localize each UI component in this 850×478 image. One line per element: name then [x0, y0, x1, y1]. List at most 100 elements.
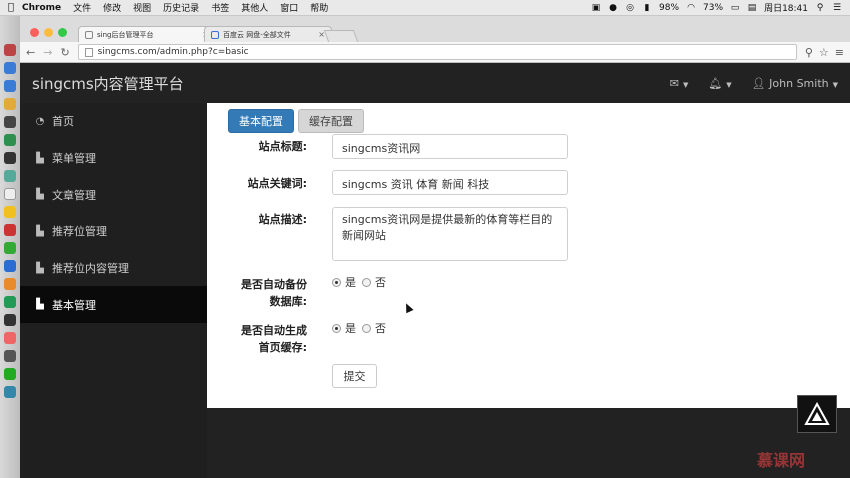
- menu-people[interactable]: 其他人: [241, 1, 268, 14]
- menu-edit[interactable]: 修改: [103, 1, 121, 14]
- menu-history[interactable]: 历史记录: [163, 1, 199, 14]
- bookmark-star-icon[interactable]: ☆: [819, 46, 829, 59]
- page-icon: [84, 47, 93, 57]
- auto-backup-no-label[interactable]: 否: [375, 274, 386, 290]
- display-icon[interactable]: ▣: [591, 3, 601, 13]
- submit-button[interactable]: 提交: [332, 364, 377, 388]
- dock-app-icon[interactable]: [4, 296, 16, 308]
- menu-icon[interactable]: ≡: [835, 46, 844, 59]
- auto-cache-yes-radio[interactable]: [332, 323, 341, 333]
- sidebar-item-label: 推荐位内容管理: [52, 262, 129, 276]
- auto-backup-yes-radio[interactable]: [332, 277, 341, 287]
- browser-tab-admin[interactable]: sing后台管理平台 ×: [78, 26, 216, 42]
- dashboard-icon: ◔: [35, 115, 45, 127]
- auto-cache-no-label[interactable]: 否: [375, 320, 386, 336]
- dock-app-icon[interactable]: [4, 224, 16, 236]
- menu-view[interactable]: 视图: [133, 1, 151, 14]
- dock-app-icon[interactable]: [4, 368, 16, 380]
- address-bar[interactable]: singcms.com/admin.php?c=basic: [77, 44, 797, 60]
- new-tab-button[interactable]: [323, 30, 359, 42]
- alerts-dropdown[interactable]: 🔔︎ ▼: [708, 77, 731, 90]
- dock-app-icon[interactable]: [4, 152, 16, 164]
- minimize-window-button[interactable]: [44, 28, 53, 37]
- battery-a-percent: 98%: [659, 2, 680, 13]
- content-footer-area: [207, 408, 850, 478]
- page-favicon-icon: [85, 30, 93, 39]
- baidu-favicon-icon: [211, 30, 219, 39]
- tab-basic-config[interactable]: 基本配置: [228, 109, 294, 133]
- dock-app-icon[interactable]: [4, 62, 16, 74]
- caret-down-icon: ▼: [726, 80, 732, 89]
- forward-icon[interactable]: →: [43, 46, 52, 59]
- dock-app-icon[interactable]: [4, 80, 16, 92]
- auto-backup-yes-label[interactable]: 是: [345, 274, 356, 290]
- wifi-icon[interactable]: ◠: [686, 3, 696, 13]
- sidebar-item-articles[interactable]: ▙ 文章管理: [20, 176, 207, 213]
- close-window-button[interactable]: [30, 28, 39, 37]
- spotlight-icon[interactable]: ⚲: [815, 3, 825, 13]
- dock-app-icon[interactable]: [4, 188, 16, 200]
- dock-app-icon[interactable]: [4, 116, 16, 128]
- auto-backup-label-line2: 数据库:: [269, 295, 307, 308]
- auto-backup-label: 是否自动备份 数据库:: [207, 276, 307, 310]
- auto-backup-no-radio[interactable]: [362, 277, 371, 287]
- envelope-icon: ✉: [669, 76, 679, 90]
- dock: [0, 16, 20, 478]
- url-text: singcms.com/admin.php?c=basic: [97, 47, 249, 57]
- dock-app-icon[interactable]: [4, 134, 16, 146]
- bar-chart-icon: ▙: [36, 299, 44, 311]
- battery-a-icon[interactable]: ▮: [642, 3, 652, 13]
- brand-title[interactable]: singcms内容管理平台: [20, 73, 184, 94]
- browser-tab-baidu[interactable]: 百度云 网盘-全部文件 ×: [204, 26, 332, 42]
- sidebar-item-basic[interactable]: ▙ 基本管理: [20, 286, 207, 324]
- dock-app-icon[interactable]: [4, 314, 16, 326]
- auto-cache-no-radio[interactable]: [362, 323, 371, 333]
- site-title-input[interactable]: singcms资讯网: [332, 134, 568, 159]
- dock-app-icon[interactable]: [4, 242, 16, 254]
- tab-cache-config[interactable]: 缓存配置: [298, 109, 364, 133]
- menu-help[interactable]: 帮助: [310, 1, 328, 14]
- sync-icon[interactable]: ◎: [625, 3, 635, 13]
- battery-b-percent: 73%: [703, 2, 724, 13]
- status-icon[interactable]: ●: [608, 3, 618, 13]
- dock-app-icon[interactable]: [4, 386, 16, 398]
- messages-dropdown[interactable]: ✉ ▼: [670, 77, 689, 90]
- auto-backup-radio-group: 是 否: [332, 274, 386, 290]
- sidebar: ◔ 首页 ▙ 菜单管理 ▙ 文章管理 ▙ 推荐位管理 ▙ 推荐位内容管理 ▙ 基…: [20, 103, 207, 478]
- sidebar-item-positions[interactable]: ▙ 推荐位管理: [20, 213, 207, 250]
- user-dropdown[interactable]: 👤︎ John Smith ▼: [752, 77, 838, 90]
- dock-app-icon[interactable]: [4, 260, 16, 272]
- watermark-text: 慕课网: [757, 451, 806, 470]
- bar-chart-icon: ▙: [36, 152, 44, 164]
- menu-file[interactable]: 文件: [73, 1, 91, 14]
- sidebar-item-label: 基本管理: [52, 298, 96, 312]
- zoom-icon[interactable]: ⚲: [805, 46, 813, 59]
- site-keywords-input[interactable]: singcms 资讯 体育 新闻 科技: [332, 170, 568, 195]
- menu-bookmarks[interactable]: 书签: [211, 1, 229, 14]
- menu-window[interactable]: 窗口: [280, 1, 298, 14]
- logo-mark-icon: [804, 402, 830, 425]
- zoom-window-button[interactable]: [58, 28, 67, 37]
- sidebar-item-menu[interactable]: ▙ 菜单管理: [20, 140, 207, 177]
- dock-app-icon[interactable]: [4, 170, 16, 182]
- notification-center-icon[interactable]: ☰: [832, 3, 842, 13]
- site-description-textarea[interactable]: singcms资讯网是提供最新的体育等栏目的新闻网站: [332, 207, 568, 261]
- app-navbar: singcms内容管理平台 ✉ ▼ 🔔︎ ▼ 👤︎ John Smith ▼: [20, 63, 850, 103]
- dock-app-icon[interactable]: [4, 98, 16, 110]
- dock-app-icon[interactable]: [4, 332, 16, 344]
- apple-icon[interactable]: : [0, 2, 22, 13]
- input-method-icon[interactable]: ▤: [747, 3, 757, 13]
- main-content: 基本配置 缓存配置 站点标题: singcms资讯网 站点关键词: singcm…: [207, 103, 850, 408]
- dock-app-icon[interactable]: [4, 278, 16, 290]
- dock-app-icon[interactable]: [4, 350, 16, 362]
- menubar-clock[interactable]: 周日18:41: [764, 1, 808, 14]
- back-icon[interactable]: ←: [26, 46, 35, 59]
- dock-app-icon[interactable]: [4, 206, 16, 218]
- dock-app-icon[interactable]: [4, 44, 16, 56]
- sidebar-item-position-content[interactable]: ▙ 推荐位内容管理: [20, 250, 207, 287]
- auto-cache-yes-label[interactable]: 是: [345, 320, 356, 336]
- reload-icon[interactable]: ↻: [60, 46, 69, 59]
- battery-b-icon[interactable]: ▭: [730, 3, 740, 13]
- sidebar-item-home[interactable]: ◔ 首页: [20, 103, 207, 140]
- menubar-app-name[interactable]: Chrome: [22, 3, 61, 13]
